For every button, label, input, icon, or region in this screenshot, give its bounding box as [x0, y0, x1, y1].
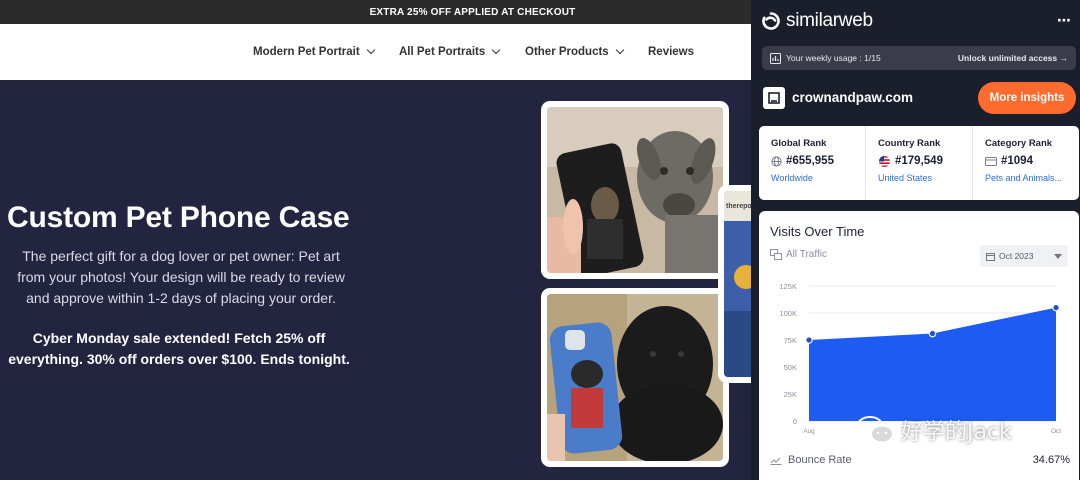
usage-text: Your weekly usage : 1/15 [786, 53, 881, 63]
chevron-down-icon [615, 45, 624, 55]
rank-label: Global Rank [771, 138, 827, 149]
category-icon [985, 157, 997, 166]
x-tick-label: Oct [1051, 428, 1061, 435]
product-photo-black-dog[interactable] [541, 288, 729, 467]
domain-favicon-icon [763, 87, 785, 109]
bounce-label: Bounce Rate [788, 454, 852, 466]
country-rank-card[interactable]: Country Rank #179,549 United States [866, 126, 973, 200]
watermark: 好学的Jack [855, 414, 1012, 446]
visits-title: Visits Over Time [770, 224, 865, 239]
caret-down-icon [1054, 253, 1062, 259]
x-tick-label: Aug [803, 428, 815, 435]
nav-other-products[interactable]: Other Products [525, 45, 624, 58]
rank-value-row: #1094 [985, 155, 1079, 167]
rank-scope-link[interactable]: Worldwide [771, 173, 865, 183]
rank-label: Country Rank [878, 138, 941, 149]
more-insights-button[interactable]: More insights [978, 82, 1076, 114]
similarweb-logo-icon [762, 12, 780, 30]
promo-text: EXTRA 25% OFF APPLIED AT CHECKOUT [369, 6, 576, 18]
y-tick-label: 0 [793, 417, 797, 426]
unlock-link[interactable]: Unlock unlimited access → [958, 53, 1068, 63]
visits-area [809, 307, 1056, 421]
y-tick-label: 100K [779, 309, 797, 318]
nav-reviews[interactable]: Reviews [648, 46, 694, 58]
y-tick-label: 125K [779, 282, 797, 291]
side-photo-text: therepo [726, 203, 752, 210]
date-value: Oct 2023 [999, 251, 1034, 261]
traffic-filter[interactable]: All Traffic [770, 249, 827, 260]
y-tick-label: 50K [784, 363, 797, 372]
category-rank-card[interactable]: Category Rank #1094 Pets and Animals... [973, 126, 1079, 200]
nav-label: Modern Pet Portrait [253, 46, 360, 58]
bounce-rate-row[interactable]: Bounce Rate 34.67% [770, 454, 1070, 466]
rank-value: #1094 [1001, 155, 1033, 167]
calendar-icon [986, 252, 995, 261]
nav-all-pet-portraits[interactable]: All Pet Portraits [399, 45, 501, 58]
globe-icon [771, 155, 782, 167]
rank-cards: Global Rank #655,955 Worldwide Country R… [759, 126, 1079, 200]
chevron-down-icon [366, 45, 375, 55]
nav-label: Other Products [525, 46, 609, 58]
date-selector[interactable]: Oct 2023 [980, 245, 1068, 267]
rank-value-row: #655,955 [771, 155, 865, 167]
global-rank-card[interactable]: Global Rank #655,955 Worldwide [759, 126, 866, 200]
nav-label: All Pet Portraits [399, 46, 486, 58]
photo-image [547, 107, 723, 273]
us-flag-icon [879, 155, 890, 167]
y-tick-label: 25K [784, 390, 797, 399]
chevron-down-icon [492, 45, 501, 55]
rank-scope-link[interactable]: Pets and Animals... [985, 173, 1079, 183]
domain-name: crownandpaw.com [792, 90, 914, 105]
similarweb-logo: similarweb [762, 10, 873, 32]
traffic-label: All Traffic [786, 249, 827, 260]
data-point [805, 336, 813, 344]
sale-announcement: Cyber Monday sale extended! Fetch 25% of… [8, 330, 350, 367]
brand-name: similarweb [786, 10, 873, 31]
usage-icon [770, 52, 781, 64]
data-point [928, 329, 937, 338]
trend-icon [770, 457, 782, 465]
weekly-usage-bar: Your weekly usage : 1/15 Unlock unlimite… [762, 46, 1076, 70]
rank-value: #179,549 [895, 155, 943, 167]
y-tick-label: 75K [784, 336, 797, 345]
bounce-value: 34.67% [1032, 454, 1070, 466]
rank-label: Category Rank [985, 138, 1053, 149]
wechat-icon [856, 416, 894, 444]
rank-scope-link[interactable]: United States [878, 173, 972, 183]
data-point [1052, 303, 1060, 312]
watermark-text: 好学的Jack [901, 420, 1012, 445]
product-photo-dog-phone[interactable] [541, 101, 729, 279]
page-title: Custom Pet Phone Case [7, 201, 350, 234]
rank-value-row: #179,549 [878, 155, 972, 167]
photo-image [547, 294, 723, 461]
rank-value: #655,955 [786, 155, 834, 167]
nav-label: Reviews [648, 46, 695, 58]
nav-modern-pet-portrait[interactable]: Modern Pet Portrait [253, 45, 375, 58]
more-options-icon[interactable]: ⋯ [1057, 12, 1072, 29]
hero-description: The perfect gift for a dog lover or pet … [17, 248, 345, 306]
traffic-icon [770, 249, 782, 260]
